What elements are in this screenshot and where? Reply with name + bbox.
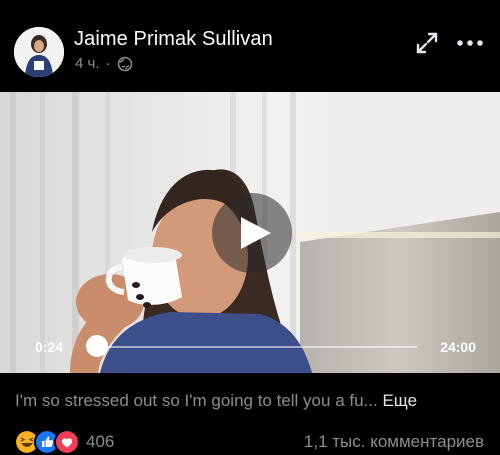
play-button[interactable] (212, 193, 292, 273)
globe-icon (117, 56, 132, 71)
post-meta: 4 ч. · (75, 55, 133, 72)
see-more-link[interactable]: Еще (382, 391, 417, 410)
reaction-count[interactable]: 406 (86, 432, 114, 452)
post-time[interactable]: 4 ч. (75, 55, 100, 72)
more-icon[interactable] (455, 36, 485, 50)
avatar[interactable] (14, 27, 64, 77)
caption-text: I'm so stressed out so I'm going to tell… (15, 391, 378, 410)
progress-track[interactable] (96, 346, 417, 348)
reaction-summary[interactable]: 406 (14, 429, 114, 455)
progress-thumb[interactable] (86, 335, 108, 357)
play-icon (241, 217, 271, 249)
post-header: Jaime Primak Sullivan 4 ч. · (0, 0, 500, 92)
love-reaction-icon (54, 429, 80, 455)
expand-icon[interactable] (414, 30, 440, 56)
meta-separator: · (105, 55, 111, 72)
post-caption: I'm so stressed out so I'm going to tell… (15, 391, 417, 411)
author-name[interactable]: Jaime Primak Sullivan (74, 28, 273, 51)
total-time: 24:00 (440, 339, 476, 355)
current-time: 0:24 (35, 339, 64, 355)
comments-count[interactable]: 1,1 тыс. комментариев (304, 432, 484, 452)
